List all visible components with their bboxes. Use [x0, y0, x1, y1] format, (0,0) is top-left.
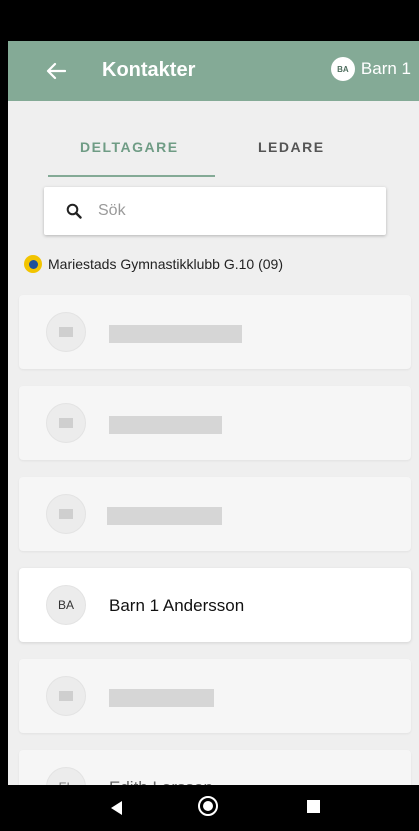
account-switcher[interactable]: BA Barn 1: [330, 57, 411, 81]
contact-name: Barn 1 Andersson: [109, 596, 245, 615]
app-bar: Kontakter BA Barn 1: [8, 41, 419, 101]
page-title: Kontakter: [102, 59, 196, 81]
contact-avatar: BA: [46, 585, 86, 625]
system-navigation-bar: [8, 785, 419, 831]
search-input[interactable]: [96, 201, 350, 221]
app-screen: Kontakter BA Barn 1 DELTAGARE LEDARE Mar…: [8, 0, 419, 831]
contact-avatar: [46, 403, 86, 443]
contact-card[interactable]: [19, 659, 411, 733]
contact-card[interactable]: [19, 477, 411, 551]
tab-leaders[interactable]: LEDARE: [258, 139, 325, 155]
search-box[interactable]: [44, 187, 386, 235]
contact-avatar: [46, 676, 86, 716]
nav-recents-icon[interactable]: [307, 800, 320, 813]
tab-participants[interactable]: DELTAGARE: [80, 139, 179, 155]
club-header: Mariestads Gymnastikklubb G.10 (09): [24, 255, 283, 273]
search-icon: [66, 203, 82, 219]
contact-name-placeholder: [109, 416, 222, 434]
nav-back-icon[interactable]: [111, 801, 122, 815]
contact-name-placeholder: [109, 325, 242, 343]
contact-card[interactable]: [19, 386, 411, 460]
contact-name-placeholder: [109, 689, 214, 707]
contact-avatar: [46, 494, 86, 534]
club-logo: [24, 255, 42, 273]
status-bar: [8, 0, 419, 41]
contact-avatar: [46, 312, 86, 352]
contact-card[interactable]: BA Barn 1 Andersson: [19, 568, 411, 642]
contact-card[interactable]: [19, 295, 411, 369]
account-avatar: BA: [330, 57, 355, 81]
nav-home-icon[interactable]: [198, 796, 218, 816]
club-name: Mariestads Gymnastikklubb G.10 (09): [48, 256, 283, 272]
tab-bar: DELTAGARE LEDARE: [8, 101, 419, 177]
back-arrow-icon[interactable]: [38, 53, 74, 89]
tab-indicator: [48, 175, 215, 177]
contact-name-placeholder: [107, 507, 222, 525]
account-name: Barn 1: [360, 59, 411, 78]
